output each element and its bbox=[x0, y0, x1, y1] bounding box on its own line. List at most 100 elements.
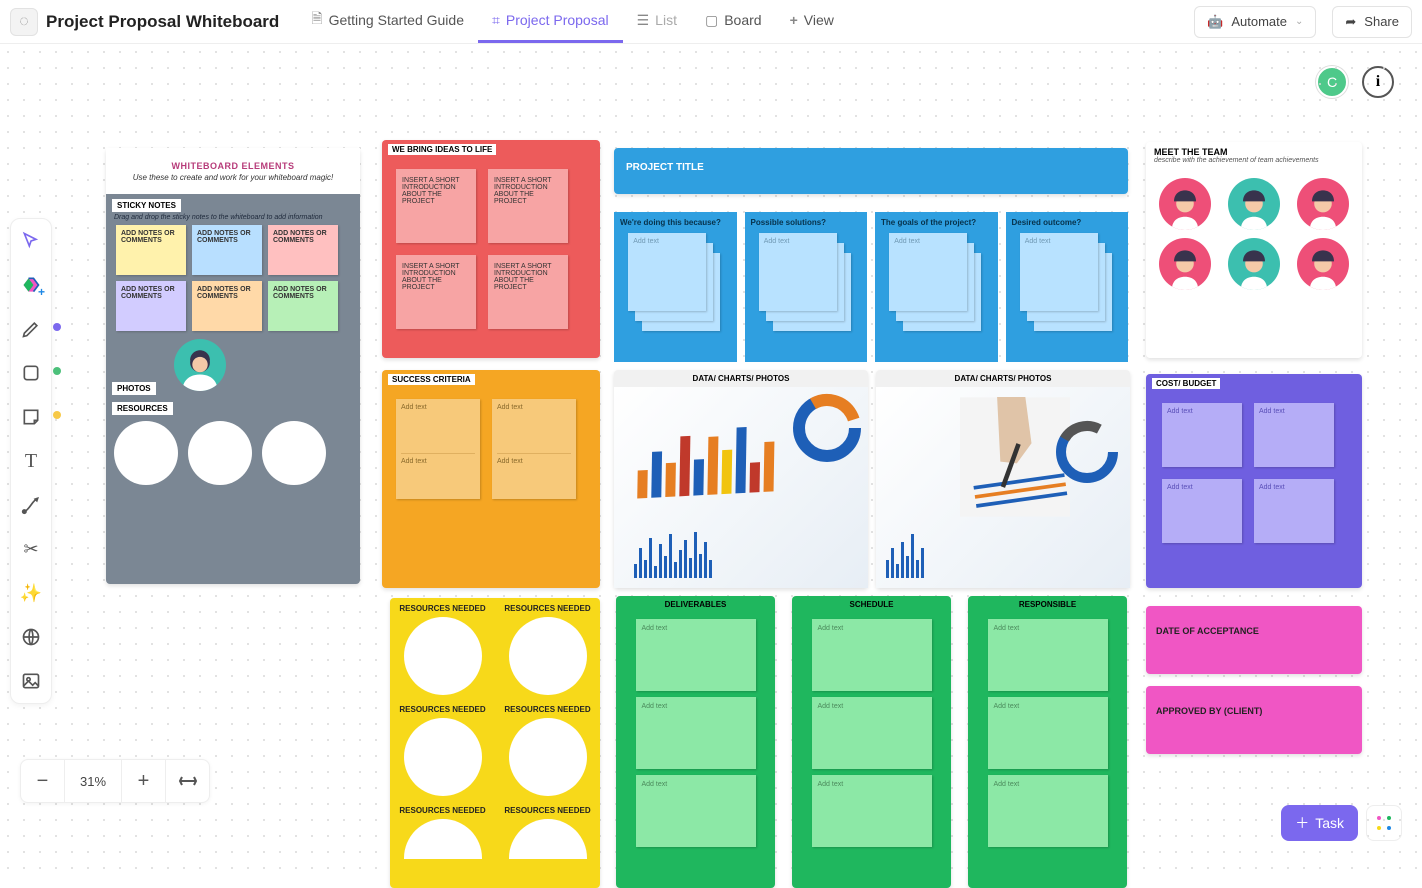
idea-note[interactable]: INSERT A SHORT INTRODUCTION ABOUT THE PR… bbox=[488, 169, 568, 243]
zoom-fit-button[interactable] bbox=[165, 759, 209, 803]
sticky[interactable]: Add text bbox=[759, 233, 837, 311]
btn-label: Automate bbox=[1231, 14, 1287, 29]
chart-image bbox=[876, 387, 1130, 588]
data-photo-1[interactable]: DATA/ CHARTS/ PHOTOS bbox=[614, 370, 868, 588]
green-note[interactable]: Add text bbox=[812, 697, 932, 769]
tab-proposal[interactable]: ⌗Project Proposal bbox=[478, 1, 623, 43]
board-tab-icon: ▢ bbox=[705, 12, 718, 29]
resource-circle[interactable] bbox=[114, 421, 178, 485]
whiteboard-canvas[interactable]: WHITEBOARD ELEMENTS Use these to create … bbox=[0, 44, 1422, 869]
elements-panel[interactable]: WHITEBOARD ELEMENTS Use these to create … bbox=[106, 148, 360, 584]
idea-note[interactable]: INSERT A SHORT INTRODUCTION ABOUT THE PR… bbox=[396, 169, 476, 243]
new-task-button[interactable]: ＋Task bbox=[1281, 805, 1358, 841]
resources-label: RESOURCES bbox=[112, 402, 173, 415]
resources-panel[interactable]: RESOURCES NEEDEDRESOURCES NEEDED RESOURC… bbox=[390, 598, 600, 888]
sticky-yellow[interactable]: ADD NOTES OR COMMENTS bbox=[116, 225, 186, 275]
avatar-placeholder[interactable] bbox=[174, 339, 226, 391]
blue-q-box[interactable]: Desired outcome? Add text bbox=[1006, 212, 1129, 362]
team-avatar[interactable] bbox=[1297, 178, 1349, 230]
success-panel[interactable]: SUCCESS CRITERIA Add textAdd text Add te… bbox=[382, 370, 600, 588]
green-note[interactable]: Add text bbox=[636, 775, 756, 847]
team-sub: describe with the achievement of team ac… bbox=[1146, 157, 1362, 170]
shape-tool[interactable] bbox=[19, 361, 43, 385]
success-note[interactable]: Add textAdd text bbox=[492, 399, 576, 499]
text-tool[interactable]: T bbox=[19, 449, 43, 473]
sticky-orange[interactable]: ADD NOTES OR COMMENTS bbox=[192, 281, 262, 331]
green-note[interactable]: Add text bbox=[812, 775, 932, 847]
zoom-out-button[interactable]: − bbox=[21, 759, 65, 803]
sticky-pink[interactable]: ADD NOTES OR COMMENTS bbox=[268, 225, 338, 275]
share-button[interactable]: ➦Share bbox=[1332, 6, 1412, 38]
image-tool[interactable] bbox=[19, 669, 43, 693]
select-tool[interactable] bbox=[19, 229, 43, 253]
task-tool[interactable]: + bbox=[19, 273, 43, 297]
tab-guide[interactable]: 🗎Getting Started Guide bbox=[297, 1, 478, 43]
ideas-panel[interactable]: WE BRING IDEAS TO LIFE INSERT A SHORT IN… bbox=[382, 140, 600, 358]
zoom-in-button[interactable]: + bbox=[121, 759, 165, 803]
team-avatar[interactable] bbox=[1228, 238, 1280, 290]
toolbox: + T ✂ ✨ bbox=[10, 218, 52, 704]
blue-q-box[interactable]: The goals of the project? Add text bbox=[875, 212, 998, 362]
cost-panel[interactable]: COST/ BUDGET Add text Add text Add text … bbox=[1146, 374, 1362, 588]
resource-circle[interactable] bbox=[509, 819, 587, 859]
blue-q-box[interactable]: We're doing this because? Add text bbox=[614, 212, 737, 362]
res-lbl: RESOURCES NEEDED bbox=[504, 705, 590, 714]
sticky-green[interactable]: ADD NOTES OR COMMENTS bbox=[268, 281, 338, 331]
schedule-panel[interactable]: SCHEDULE Add text Add text Add text bbox=[792, 596, 951, 888]
plus-icon: ＋ bbox=[1295, 813, 1309, 833]
tab-list[interactable]: ☰List bbox=[623, 1, 691, 43]
resource-circle[interactable] bbox=[509, 617, 587, 695]
resource-circle[interactable] bbox=[262, 421, 326, 485]
tab-board[interactable]: ▢Board bbox=[691, 1, 776, 43]
cost-note[interactable]: Add text bbox=[1254, 403, 1334, 467]
cost-note[interactable]: Add text bbox=[1254, 479, 1334, 543]
resource-circle[interactable] bbox=[404, 819, 482, 859]
green-note[interactable]: Add text bbox=[988, 697, 1108, 769]
resource-circle[interactable] bbox=[404, 718, 482, 796]
team-avatar[interactable] bbox=[1228, 178, 1280, 230]
date-acceptance[interactable]: DATE OF ACCEPTANCE bbox=[1146, 606, 1362, 674]
cost-note[interactable]: Add text bbox=[1162, 403, 1242, 467]
pen-tool[interactable] bbox=[19, 317, 43, 341]
green-note[interactable]: Add text bbox=[988, 619, 1108, 691]
sticky[interactable]: Add text bbox=[889, 233, 967, 311]
tab-label: View bbox=[804, 12, 834, 28]
sticky[interactable]: Add text bbox=[628, 233, 706, 311]
idea-note[interactable]: INSERT A SHORT INTRODUCTION ABOUT THE PR… bbox=[396, 255, 476, 329]
responsible-panel[interactable]: RESPONSIBLE Add text Add text Add text bbox=[968, 596, 1127, 888]
automate-button[interactable]: 🤖Automate⌄ bbox=[1194, 6, 1316, 38]
sticky[interactable]: Add text bbox=[1020, 233, 1098, 311]
green-note[interactable]: Add text bbox=[636, 619, 756, 691]
idea-note[interactable]: INSERT A SHORT INTRODUCTION ABOUT THE PR… bbox=[488, 255, 568, 329]
ideas-title: WE BRING IDEAS TO LIFE bbox=[388, 144, 496, 155]
green-note[interactable]: Add text bbox=[812, 619, 932, 691]
project-title-bar[interactable]: PROJECT TITLE bbox=[614, 148, 1128, 194]
tab-view[interactable]: +View bbox=[776, 1, 848, 43]
deliverables-panel[interactable]: DELIVERABLES Add text Add text Add text bbox=[616, 596, 775, 888]
green-note[interactable]: Add text bbox=[988, 775, 1108, 847]
sticky-blue[interactable]: ADD NOTES OR COMMENTS bbox=[192, 225, 262, 275]
success-note[interactable]: Add textAdd text bbox=[396, 399, 480, 499]
team-avatar[interactable] bbox=[1297, 238, 1349, 290]
team-panel[interactable]: MEET THE TEAM describe with the achievem… bbox=[1146, 142, 1362, 358]
approved-by[interactable]: APPROVED BY (CLIENT) bbox=[1146, 686, 1362, 754]
team-avatar[interactable] bbox=[1159, 178, 1211, 230]
green-caption: SCHEDULE bbox=[792, 596, 951, 613]
resource-circle[interactable] bbox=[404, 617, 482, 695]
team-avatar[interactable] bbox=[1159, 238, 1211, 290]
scissors-tool[interactable]: ✂ bbox=[19, 537, 43, 561]
sticky-violet[interactable]: ADD NOTES OR COMMENTS bbox=[116, 281, 186, 331]
ai-tool[interactable]: ✨ bbox=[19, 581, 43, 605]
blue-q-box[interactable]: Possible solutions? Add text bbox=[745, 212, 868, 362]
web-tool[interactable] bbox=[19, 625, 43, 649]
connector-tool[interactable] bbox=[19, 493, 43, 517]
cost-note[interactable]: Add text bbox=[1162, 479, 1242, 543]
green-note[interactable]: Add text bbox=[636, 697, 756, 769]
robot-icon: 🤖 bbox=[1207, 14, 1223, 30]
sticky-tool[interactable] bbox=[19, 405, 43, 429]
resource-circle[interactable] bbox=[188, 421, 252, 485]
resource-circle[interactable] bbox=[509, 718, 587, 796]
zoom-value: 31% bbox=[65, 774, 121, 789]
apps-button[interactable] bbox=[1366, 805, 1402, 841]
data-photo-2[interactable]: DATA/ CHARTS/ PHOTOS bbox=[876, 370, 1130, 588]
